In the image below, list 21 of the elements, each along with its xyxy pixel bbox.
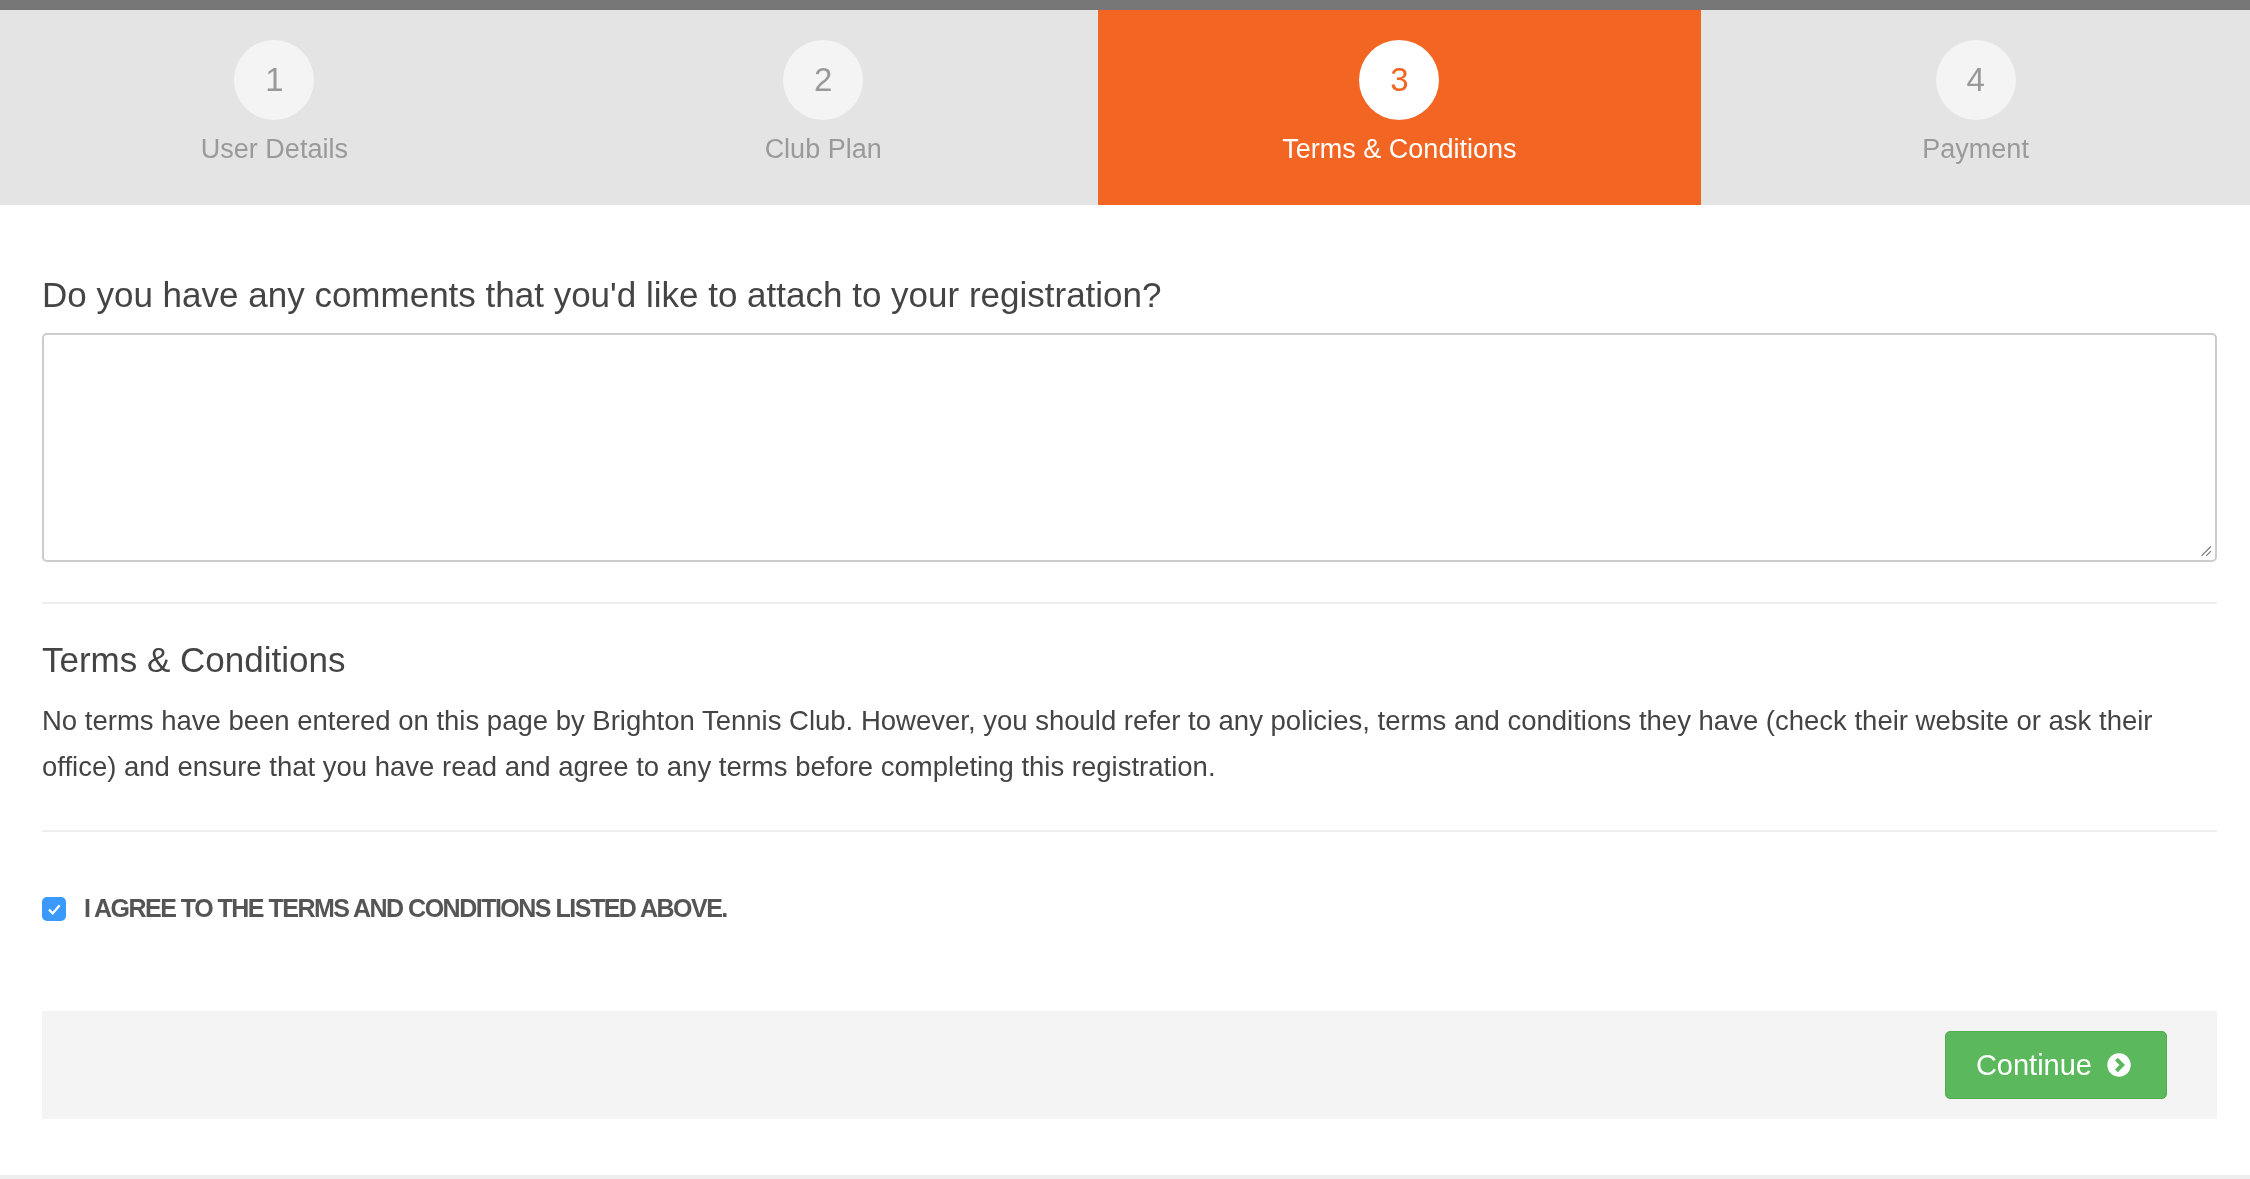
section-title: Terms & Conditions <box>42 640 347 680</box>
step-number: 2 <box>783 40 864 120</box>
continue-button[interactable]: Continue <box>1944 1031 2167 1099</box>
agree-checkbox[interactable] <box>42 896 66 921</box>
step-number: 4 <box>1935 40 2016 120</box>
resize-grip-icon[interactable] <box>2198 543 2212 557</box>
step-number: 1 <box>234 40 315 120</box>
step-number: 3 <box>1359 40 1440 120</box>
step-label: Club Plan <box>764 134 882 165</box>
chevron-circle-icon <box>2106 1052 2132 1078</box>
terms-text: No terms have been entered on this page by Brighton Tennis Club. However, you should refer to any policies, terms and conditions they have (check their website or ask their office) and ensure that you have read and agree to any terms before completing this registration. <box>42 704 2154 784</box>
step-tab[interactable]: 3 Terms & Conditions <box>1097 10 1702 205</box>
agree-label[interactable]: I AGREE TO THE TERMS AND CONDITIONS LISTED ABOVE. <box>84 894 727 923</box>
question-label: Do you have any comments that you'd like to attach to your registration? <box>42 275 1163 315</box>
step-tab[interactable]: 1 User Details <box>0 10 549 205</box>
step-tab[interactable]: 2 Club Plan <box>548 10 1098 205</box>
step-label: Payment <box>1922 134 2029 165</box>
step-label: Terms & Conditions <box>1282 134 1517 165</box>
step-tab[interactable]: 4 Payment <box>1701 10 2250 205</box>
comments-field[interactable] <box>42 333 2217 562</box>
step-label: User Details <box>200 134 348 165</box>
